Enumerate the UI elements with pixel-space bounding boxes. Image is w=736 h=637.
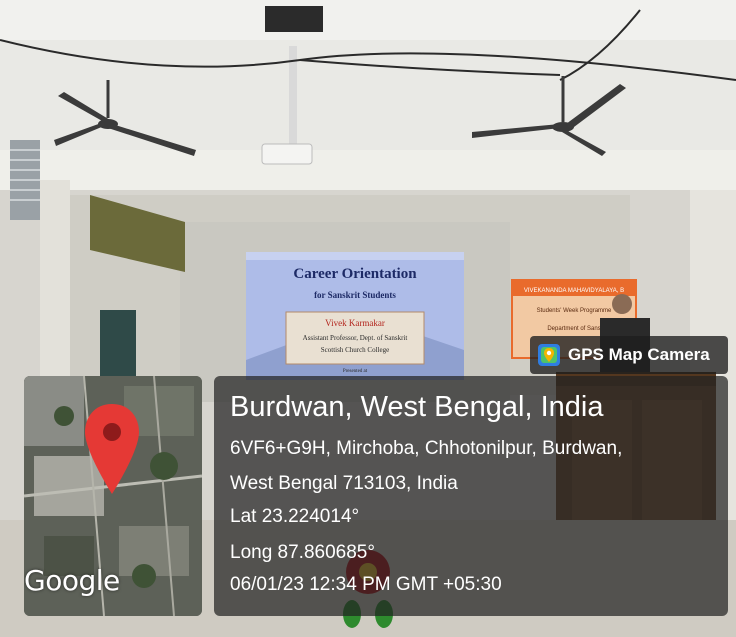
slide-footer: Presented at [343,369,368,374]
ceiling-beam [0,150,736,190]
google-logo: Google [24,564,120,597]
latitude: Lat 23.224014° [230,506,360,527]
slide-role: Assistant Professor, Dept. of Sanskrit [303,334,408,342]
banner-line3: Department of Sans [547,326,600,332]
door [100,310,136,380]
photo-scene: Career Orientation for Sanskrit Students… [0,0,736,637]
location-title: Burdwan, West Bengal, India [230,391,604,423]
banner-line2: Students' Week Programme [537,308,612,314]
banner-line1: VIVEKANANDA MAHAVIDYALAYA, B [524,288,624,294]
longitude: Long 87.860685° [230,542,375,563]
slide-presenter: Vivek Karmakar [325,318,385,328]
slide-title: Career Orientation [293,266,417,282]
app-name: GPS Map Camera [568,345,710,364]
projector [261,143,313,165]
gps-camera-badge: GPS Map Camera [530,336,728,374]
map-thumbnail: Google [24,376,202,616]
gps-camera-icon [538,344,560,366]
slide-college: Scottish Church College [321,346,389,354]
speaker-person [612,294,632,314]
address-line1: 6VF6+G9H, Mirchoba, Chhotonilpur, Burdwa… [230,438,623,459]
speaker-box [265,6,323,32]
datetime: 06/01/23 12:34 PM GMT +05:30 [230,574,502,595]
address-line2: West Bengal 713103, India [230,473,458,494]
slide-subtitle: for Sanskrit Students [314,290,396,300]
location-info-panel: Burdwan, West Bengal, India 6VF6+G9H, Mi… [214,376,728,616]
